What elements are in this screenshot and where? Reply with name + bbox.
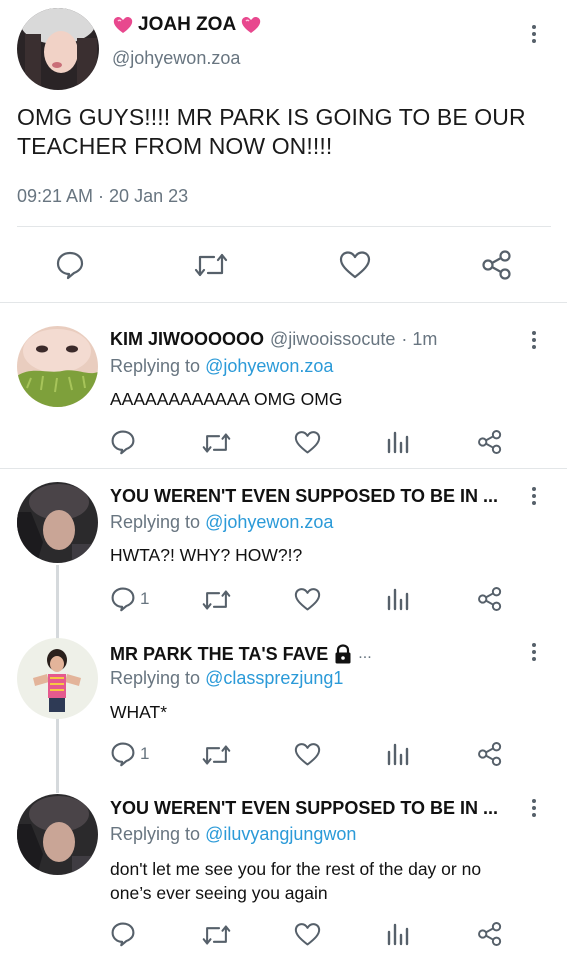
more-options-icon[interactable] (524, 326, 544, 354)
main-tweet-text-line: TEACHER FROM NOW ON!!!! (17, 133, 333, 159)
reply-display-name[interactable]: KIM JIWOOOOOO (110, 329, 264, 350)
reply-icon[interactable] (110, 429, 136, 455)
replying-to-label: Replying to (110, 512, 201, 532)
share-icon[interactable] (477, 921, 503, 947)
reply-display-name[interactable]: YOU WEREN'T EVEN SUPPOSED TO BE IN ... (110, 798, 498, 819)
reply-display-name[interactable]: YOU WEREN'T EVEN SUPPOSED TO BE IN ... (110, 486, 498, 507)
section-divider (0, 302, 567, 303)
retweet-icon[interactable] (202, 743, 231, 767)
replying-to-line: Replying to @johyewon.zoa (110, 512, 333, 533)
more-options-icon[interactable] (524, 794, 544, 822)
main-timestamp: 09:21 AM · 20 Jan 23 (17, 186, 189, 206)
reply-avatar[interactable] (17, 794, 98, 875)
retweet-icon[interactable] (202, 588, 231, 612)
share-icon[interactable] (477, 586, 503, 612)
retweet-icon[interactable] (194, 251, 228, 279)
main-handle[interactable]: @johyewon.zoa (112, 48, 240, 69)
reply-time: · 1m (401, 329, 438, 349)
like-icon[interactable] (294, 430, 321, 455)
reply-icon[interactable] (110, 586, 136, 612)
replying-to-line: Replying to @iluvyangjungwon (110, 824, 356, 845)
reply-avatar[interactable] (17, 638, 98, 719)
reply-text: don't let me see you for the rest of the… (110, 857, 481, 905)
reply-text: WHAT* (110, 702, 168, 722)
replying-to-label: Replying to (110, 668, 201, 688)
replying-to-handle[interactable]: @classprezjung1 (205, 668, 343, 688)
main-author-name-row: JOAH ZOA (112, 13, 262, 37)
share-icon[interactable] (481, 249, 513, 281)
main-avatar[interactable] (17, 8, 99, 90)
main-divider (17, 226, 551, 227)
reply-count: 1 (140, 744, 150, 763)
reply-display-name[interactable]: MR PARK THE TA'S FAVE (110, 644, 328, 665)
analytics-icon[interactable] (386, 430, 410, 454)
reply-count: 1 (140, 589, 150, 608)
replying-to-handle[interactable]: @johyewon.zoa (205, 512, 333, 532)
reply-action[interactable]: 1 (110, 586, 149, 612)
reply-handle[interactable]: @jiwooissocute (270, 329, 395, 350)
replying-to-handle[interactable]: @iluvyangjungwon (205, 824, 356, 844)
analytics-icon[interactable] (386, 922, 410, 946)
more-options-icon[interactable] (524, 20, 544, 48)
reply-avatar[interactable] (17, 326, 98, 407)
like-icon[interactable] (294, 587, 321, 612)
analytics-icon[interactable] (386, 587, 410, 611)
more-options-icon[interactable] (524, 638, 544, 666)
reply-text: AAAAAAAAAAAA OMG OMG (110, 389, 343, 409)
lock-icon (333, 644, 353, 664)
share-icon[interactable] (477, 741, 503, 767)
replying-to-line: Replying to @johyewon.zoa (110, 356, 333, 377)
reply-icon[interactable] (110, 741, 136, 767)
section-divider (0, 468, 567, 469)
reply-icon[interactable] (55, 250, 85, 280)
main-tweet-text-line: OMG GUYS!!!! MR PARK IS GOING TO BE OUR (17, 104, 526, 130)
reply-avatar[interactable] (17, 482, 98, 563)
main-tweet-text: OMG GUYS!!!! MR PARK IS GOING TO BE OUR … (17, 103, 526, 161)
like-icon[interactable] (294, 922, 321, 947)
reply-icon[interactable] (110, 921, 136, 947)
replying-to-handle[interactable]: @johyewon.zoa (205, 356, 333, 376)
like-icon[interactable] (294, 742, 321, 767)
reply-action[interactable]: 1 (110, 741, 149, 767)
share-icon[interactable] (477, 429, 503, 455)
reply-header: KIM JIWOOOOOO @jiwooissocute · 1m (110, 329, 437, 353)
heart-emoji-icon (112, 15, 134, 35)
reply-text-line: one’s ever seeing you again (110, 883, 328, 903)
more-options-icon[interactable] (524, 482, 544, 510)
reply-text-line: don't let me see you for the rest of the… (110, 859, 482, 879)
reply-header: MR PARK THE TA'S FAVE ... (110, 642, 372, 666)
reply-text: HWTA?! WHY? HOW?!? (110, 545, 303, 565)
replying-to-line: Replying to @classprezjung1 (110, 668, 343, 689)
replying-to-label: Replying to (110, 824, 201, 844)
retweet-icon[interactable] (202, 923, 231, 947)
retweet-icon[interactable] (202, 431, 231, 455)
name-ellipsis: ... (358, 645, 372, 662)
heart-emoji-icon (240, 15, 262, 35)
analytics-icon[interactable] (386, 742, 410, 766)
replying-to-label: Replying to (110, 356, 201, 376)
main-display-name[interactable]: JOAH ZOA (138, 14, 236, 36)
like-icon[interactable] (339, 250, 371, 280)
